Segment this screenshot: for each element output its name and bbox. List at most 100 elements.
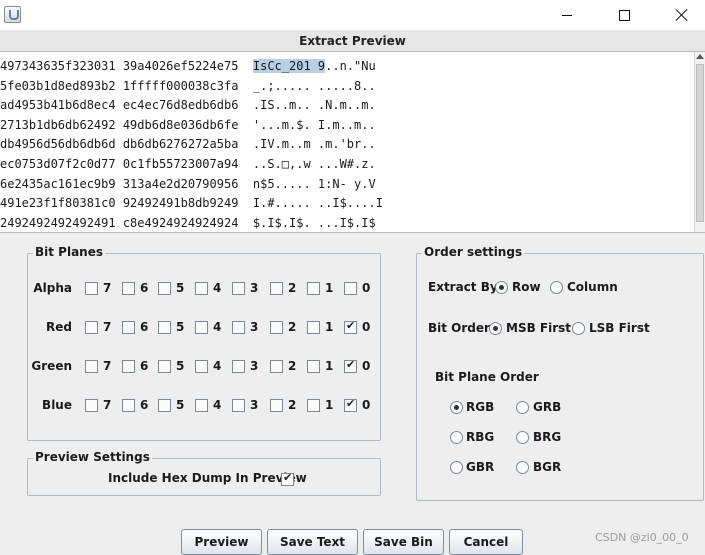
red-bit-6-checkbox[interactable]: [122, 321, 135, 334]
ascii-text: $.I$.I$. ...I$.I$: [252, 215, 376, 230]
bit-plane-row-label: Alpha: [33, 281, 72, 295]
alpha-bit-7-checkbox[interactable]: [85, 282, 98, 295]
green-bit-4-checkbox[interactable]: [195, 360, 208, 373]
hex-bytes: 497343635f323031 39a4026ef5224e75: [0, 59, 253, 73]
bit-number-label: 4: [213, 359, 222, 373]
blue-bit-2-checkbox[interactable]: [270, 399, 283, 412]
maximize-icon: [618, 9, 630, 21]
preview-text-area[interactable]: 497343635f323031 39a4026ef5224e75 IsCc_2…: [0, 51, 705, 233]
alpha-bit-2-checkbox[interactable]: [270, 282, 283, 295]
ascii-text: .IS..m.. .N.m..m.: [252, 98, 376, 113]
blue-bit-6-checkbox[interactable]: [122, 399, 135, 412]
alpha-bit-6-checkbox[interactable]: [122, 282, 135, 295]
hex-line: ec0753d07f2c0d77 0c1fb55723007a94 ..S.□,…: [0, 155, 690, 175]
minimize-button[interactable]: [544, 0, 590, 30]
preview-settings-group: Preview Settings Include Hex Dump In Pre…: [27, 450, 381, 496]
green-bit-7-checkbox[interactable]: [85, 360, 98, 373]
ascii-text: n$5..... 1:N- y.V: [252, 176, 376, 191]
blue-bit-4-checkbox[interactable]: [195, 399, 208, 412]
alpha-bit-1-checkbox[interactable]: [307, 282, 320, 295]
hex-bytes: ec0753d07f2c0d77 0c1fb55723007a94: [0, 156, 253, 171]
selected-text: IsCc_201 9: [252, 59, 326, 73]
bit-plane-row-red: Red 7 6 5 4 3 2 1 0: [28, 318, 378, 338]
blue-bit-0-checkbox[interactable]: [344, 397, 357, 412]
scroll-up-arrow-icon[interactable]: [696, 54, 704, 59]
hex-line: ad4953b41b6d8ec4 ec4ec76d8edb6db6 .IS..m…: [0, 96, 690, 116]
alpha-bit-0-checkbox[interactable]: [344, 282, 357, 295]
hex-bytes: ad4953b41b6d8ec4 ec4ec76d8edb6db6: [0, 98, 253, 113]
plane-order-gbr-radio[interactable]: [450, 461, 463, 474]
alpha-bit-3-checkbox[interactable]: [232, 282, 245, 295]
plane-order-grb-radio[interactable]: [516, 401, 529, 414]
save-text-button[interactable]: Save Text: [267, 529, 358, 555]
cancel-button[interactable]: Cancel: [449, 529, 523, 555]
preview-scrollbar[interactable]: [694, 52, 705, 232]
hex-dump-checkbox[interactable]: [281, 471, 294, 486]
plane-order-rgb-radio[interactable]: [450, 401, 463, 414]
green-bit-3-checkbox[interactable]: [232, 360, 245, 373]
hex-line: 6e2435ac161ec9b9 313a4e2d20790956 n$5...…: [0, 175, 690, 195]
ascii-text: _.;..... .....8..: [252, 78, 376, 93]
bit-number-label: 6: [140, 359, 149, 373]
hex-line: 2713b1db6db62492 49db6d8e036db6fe '...m.…: [0, 116, 690, 136]
title-bar: [0, 0, 705, 30]
order-settings-title: Order settings: [422, 245, 525, 259]
hex-bytes: 2713b1db6db62492 49db6d8e036db6fe: [0, 117, 253, 132]
hex-bytes: db4956d56db6db6d db6db6276272a5ba: [0, 137, 253, 152]
bit-plane-row-blue: Blue 7 6 5 4 3 2 1 0: [28, 396, 378, 416]
bit-plane-row-label: Red: [46, 320, 72, 334]
scrollbar-thumb[interactable]: [696, 64, 704, 222]
plane-order-bgr-radio[interactable]: [516, 461, 529, 474]
extract-by-row-radio[interactable]: [495, 281, 508, 294]
bit-order-lsb-radio[interactable]: [572, 322, 585, 335]
red-bit-7-checkbox[interactable]: [85, 321, 98, 334]
maximize-button[interactable]: [601, 0, 647, 30]
bit-number-label: 6: [140, 281, 149, 295]
green-bit-6-checkbox[interactable]: [122, 360, 135, 373]
alpha-bit-5-checkbox[interactable]: [158, 282, 171, 295]
red-bit-0-checkbox[interactable]: [344, 319, 357, 334]
bit-order-msb-radio[interactable]: [489, 322, 502, 335]
red-bit-3-checkbox[interactable]: [232, 321, 245, 334]
bit-number-label: 5: [176, 359, 185, 373]
green-bit-5-checkbox[interactable]: [158, 360, 171, 373]
extract-by-column-radio[interactable]: [550, 281, 563, 294]
bit-number-label: 2: [288, 398, 297, 412]
plane-order-rbg-radio[interactable]: [450, 431, 463, 444]
bit-plane-row-green: Green 7 6 5 4 3 2 1 0: [28, 357, 378, 377]
preview-settings-title: Preview Settings: [33, 450, 152, 464]
plane-order-rbg-label: RBG: [466, 430, 495, 444]
bit-number-label: 2: [288, 281, 297, 295]
ascii-text: ..n."Nu: [325, 59, 376, 73]
red-bit-4-checkbox[interactable]: [195, 321, 208, 334]
close-button[interactable]: [659, 0, 705, 30]
bit-number-label: 0: [362, 320, 371, 334]
bit-number-label: 7: [103, 281, 112, 295]
bit-number-label: 3: [250, 398, 259, 412]
bit-number-label: 3: [250, 359, 259, 373]
red-bit-2-checkbox[interactable]: [270, 321, 283, 334]
blue-bit-7-checkbox[interactable]: [85, 399, 98, 412]
bit-number-label: 3: [250, 281, 259, 295]
bit-order-label: Bit Order: [428, 321, 490, 335]
alpha-bit-4-checkbox[interactable]: [195, 282, 208, 295]
ascii-text: I.#..... ..I$....I: [252, 196, 383, 211]
plane-order-brg-radio[interactable]: [516, 431, 529, 444]
blue-bit-5-checkbox[interactable]: [158, 399, 171, 412]
green-bit-2-checkbox[interactable]: [270, 360, 283, 373]
save-bin-button[interactable]: Save Bin: [363, 529, 444, 555]
bit-plane-order-label: Bit Plane Order: [435, 370, 539, 384]
plane-order-gbr-label: GBR: [466, 460, 495, 474]
bit-number-label: 7: [103, 359, 112, 373]
green-bit-1-checkbox[interactable]: [307, 360, 320, 373]
bit-planes-group: Bit Planes Alpha76543210Red76543210Green…: [27, 245, 381, 441]
green-bit-0-checkbox[interactable]: [344, 358, 357, 373]
preview-button[interactable]: Preview: [181, 529, 262, 555]
blue-bit-1-checkbox[interactable]: [307, 399, 320, 412]
blue-bit-3-checkbox[interactable]: [232, 399, 245, 412]
red-bit-5-checkbox[interactable]: [158, 321, 171, 334]
bit-number-label: 4: [213, 398, 222, 412]
bit-number-label: 5: [176, 320, 185, 334]
extract-by-row-label: Row: [512, 280, 541, 294]
red-bit-1-checkbox[interactable]: [307, 321, 320, 334]
